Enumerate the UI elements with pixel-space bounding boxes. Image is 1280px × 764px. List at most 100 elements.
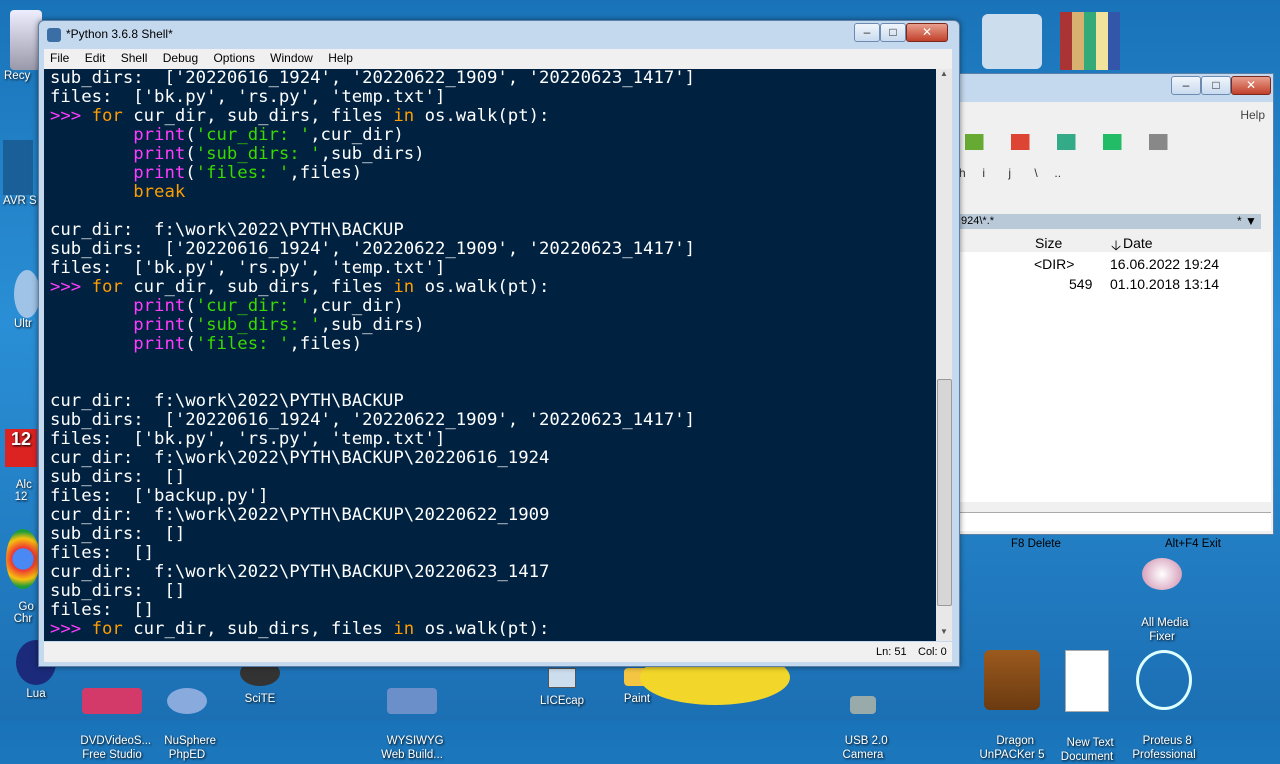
menu-window[interactable]: Window [264,49,319,65]
console-line: print('cur_dir: ',cur_dir) [44,297,937,316]
desktop-icon-ultr[interactable]: Ultr [14,270,40,330]
desktop-icon-label: DVDVideoS... Free Studio [80,735,152,761]
console-line: sub_dirs: ['20220616_1924', '20220622_19… [44,240,937,259]
menu-edit[interactable]: Edit [79,49,112,65]
console-token: os.walk(pt): [414,106,550,126]
console-token: break [133,182,186,202]
desktop-icon-wysiwyg[interactable]: WYSIWYG Web Build... [374,660,450,762]
desktop-icon-licecap[interactable]: LICEcap [530,668,594,708]
fm-file-list[interactable]: <DIR> 16.06.2022 19:24 549 01.10.2018 13… [959,252,1271,502]
console-line: files: ['backup.py'] [44,487,937,506]
desktop-icon-alc[interactable]: 12 Alc 12 [5,405,37,503]
console-token [50,315,133,335]
scroll-down-icon[interactable]: ▼ [936,627,952,641]
fm-path-star[interactable]: * ▼ [1237,214,1257,228]
fm-toolbar-icons[interactable] [965,134,1195,150]
console-line: sub_dirs: [] [44,468,937,487]
nusphere-icon [167,688,207,714]
file-manager-window[interactable]: – □ ✕ Help h i j \ .. 924\*.* * ▼ Size 🡣… [958,73,1274,550]
desktop-icon-label: Paint [623,693,651,705]
console-token [50,163,133,183]
desktop-icon-nusphere[interactable]: NuSphere PhpED [152,660,222,762]
desktop-icon-new-text[interactable]: New Text Document [1050,622,1124,764]
desktop-icon-label: LICEcap [539,695,585,707]
console-token: ( [185,125,196,145]
scroll-up-icon[interactable]: ▲ [936,69,952,83]
desktop-icon-usb-camera[interactable]: USB 2.0 Camera [826,668,900,762]
console-line: cur_dir: f:\work\2022\PYTH\BACKUP [44,392,937,411]
console-token: sub_dirs: [] [50,524,186,544]
dvdvideo-icon [82,688,142,714]
menu-options[interactable]: Options [207,49,260,65]
minimize-button[interactable]: – [854,23,880,42]
desktop-icon-recycle[interactable]: Recy [4,10,42,82]
desktop-icon-chrome[interactable]: Go Chr [6,505,40,625]
python-shell-window[interactable]: *Python 3.6.8 Shell* – □ ✕ File Edit She… [38,20,960,667]
fm-col-date[interactable]: Date [1123,235,1153,251]
console-line: print('files: ',files) [44,335,937,354]
menu-debug[interactable]: Debug [157,49,204,65]
console-token: cur_dir: f:\work\2022\PYTH\BACKUP\202206… [50,505,550,525]
fm-drive-buttons[interactable]: h i j \ .. [959,166,1061,180]
fm-close-button[interactable]: ✕ [1231,76,1271,95]
console-token: print [133,334,186,354]
console-token: os.walk(pt): [414,277,550,297]
console-token: ( [185,315,196,335]
console-token: ,cur_dir) [310,125,404,145]
console-token: ( [185,296,196,316]
console-line: files: [] [44,544,937,563]
fm-f8-delete-button[interactable]: F8 Delete [1011,538,1061,550]
title-bar[interactable]: *Python 3.6.8 Shell* – □ ✕ [39,21,959,49]
desktop-icon-label: Recy [4,70,31,82]
console-token: ( [185,144,196,164]
menu-file[interactable]: File [44,49,75,65]
console-token: >>> [50,619,92,639]
console-token: ,cur_dir) [310,296,404,316]
close-button[interactable]: ✕ [906,23,948,42]
desktop-icon-dragon[interactable]: Dragon UnPACKer 5 [974,622,1050,762]
console-token: files: ['bk.py', 'rs.py', 'temp.txt'] [50,87,446,107]
menu-shell[interactable]: Shell [115,49,154,65]
vertical-scrollbar[interactable]: ▲ ▼ [936,69,952,641]
console-line: print('files: ',files) [44,164,937,183]
console-token: in [393,277,415,297]
shell-console[interactable]: sub_dirs: ['20220616_1924', '20220622_19… [44,69,937,641]
desktop-icon-label: WYSIWYG Web Build... [381,735,444,761]
console-line: cur_dir: f:\work\2022\PYTH\BACKUP\202206… [44,563,937,582]
desktop-icon-label: NuSphere PhpED [164,735,217,761]
text-document-icon [1065,650,1109,712]
console-token: cur_dir, sub_dirs, files [122,277,394,297]
console-token: print [133,125,186,145]
fm-minimize-button[interactable]: – [1171,76,1201,95]
console-token [50,334,133,354]
fm-altf4-exit-button[interactable]: Alt+F4 Exit [1165,538,1221,550]
flag-icon [982,14,1042,69]
maximize-button[interactable]: □ [880,23,906,42]
dragon-chest-icon [984,650,1040,710]
fm-row-date: 16.06.2022 19:24 [1110,256,1219,272]
licecap-icon [548,668,576,688]
console-token: ,files) [289,163,363,183]
console-token: cur_dir, sub_dirs, files [122,619,394,639]
console-line: break [44,183,937,202]
console-token: in [393,619,415,639]
fm-footer: F8 Delete Alt+F4 Exit [959,508,1271,550]
console-line: print('sub_dirs: ',sub_dirs) [44,145,937,164]
fm-help-menu[interactable]: Help [1240,108,1265,122]
alcohol-icon: 12 [5,429,37,467]
console-token [50,144,133,164]
scroll-thumb[interactable] [937,379,952,606]
fm-path-bar: 924\*.* [959,214,1261,229]
fm-maximize-button[interactable]: □ [1201,76,1231,95]
menu-help[interactable]: Help [322,49,359,65]
console-token: ( [185,334,196,354]
console-line: sub_dirs: [] [44,582,937,601]
desktop-icon-avr[interactable]: AVR S [3,140,37,207]
console-token: cur_dir: f:\work\2022\PYTH\BACKUP [50,220,404,240]
python-idle-icon [47,28,61,42]
desktop-icon-dvdvideo[interactable]: DVDVideoS... Free Studio [74,660,152,762]
fm-col-size[interactable]: Size [1035,235,1062,251]
console-token: sub_dirs: ['20220616_1924', '20220622_19… [50,239,696,259]
